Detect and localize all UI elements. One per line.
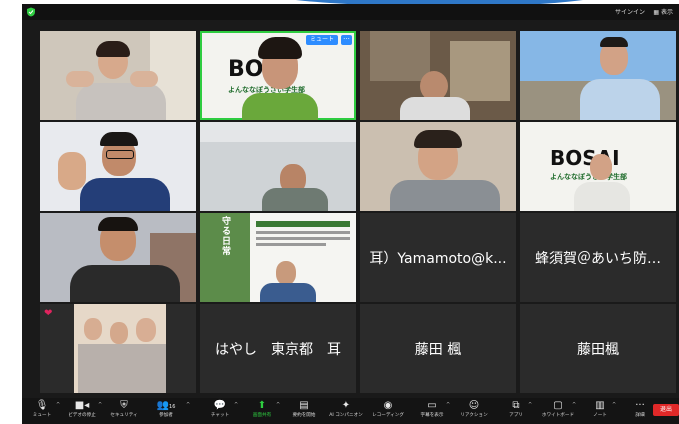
camera-icon: ■◂ bbox=[74, 400, 90, 411]
recording-button[interactable]: ◉ レコーディング bbox=[368, 400, 408, 419]
video-tile-3[interactable] bbox=[360, 31, 516, 120]
video-tile-9[interactable] bbox=[40, 213, 196, 302]
poster-title: 守る日常 bbox=[222, 217, 232, 257]
zoom-meeting-window: サインイン ▦ 表示 BO よんななぼうさい学生部 ミュート ··· BOSAI… bbox=[22, 4, 679, 424]
video-tile-2-active-speaker[interactable]: BO よんななぼうさい学生部 ミュート ··· bbox=[200, 31, 356, 120]
tile-mute-button[interactable]: ミュート bbox=[305, 35, 338, 45]
participant-name: 藤田 楓 bbox=[414, 341, 462, 358]
leave-meeting-button[interactable]: 退出 bbox=[653, 404, 679, 416]
video-options-caret[interactable]: ^ bbox=[98, 402, 102, 408]
video-tile-10-poster[interactable]: 守る日常 bbox=[200, 213, 356, 302]
video-tile-8[interactable]: BOSAI よんななぼうさい学生部 bbox=[520, 122, 676, 211]
video-tile-12[interactable]: 蜂須賀＠あいち防… bbox=[520, 213, 676, 302]
video-tile-7[interactable] bbox=[360, 122, 516, 211]
bosai-logo-text: BO bbox=[228, 57, 264, 82]
view-label: 表示 bbox=[660, 9, 673, 16]
meeting-topbar: サインイン ▦ 表示 bbox=[22, 4, 679, 20]
video-tile-4[interactable] bbox=[520, 31, 676, 120]
heart-reaction-icon: ❤ bbox=[44, 308, 53, 319]
share-options-caret[interactable]: ^ bbox=[276, 402, 280, 408]
video-tile-16[interactable]: 藤田楓 bbox=[520, 304, 676, 393]
shield-icon: ⛨ bbox=[120, 400, 128, 411]
participant-name: はやし 東京都 耳 bbox=[215, 341, 341, 358]
record-icon: ◉ bbox=[383, 400, 393, 411]
video-tile-1[interactable] bbox=[40, 31, 196, 120]
apps-options-caret[interactable]: ^ bbox=[528, 402, 532, 408]
captions-options-caret[interactable]: ^ bbox=[446, 402, 450, 408]
participants-button[interactable]: 👥16 参加者 bbox=[146, 400, 186, 419]
tile-more-button[interactable]: ··· bbox=[341, 35, 352, 45]
security-button[interactable]: ⛨ セキュリティ bbox=[104, 400, 144, 419]
signin-link[interactable]: サインイン bbox=[615, 7, 645, 16]
sparkle-icon: ✦ bbox=[341, 400, 351, 411]
video-tile-14[interactable]: はやし 東京都 耳 bbox=[200, 304, 356, 393]
bosai-logo-subtitle: よんななぼうさい学生部 bbox=[550, 173, 627, 181]
ai-companion-button[interactable]: ✦ AI コンパニオン bbox=[326, 400, 366, 419]
chat-options-caret[interactable]: ^ bbox=[234, 402, 238, 408]
encryption-shield-icon[interactable] bbox=[26, 7, 36, 17]
reactions-button[interactable]: ☺ リアクション bbox=[454, 400, 494, 419]
start-summary-button[interactable]: ▤ 要約を開始 bbox=[284, 400, 324, 419]
participant-video bbox=[84, 318, 102, 340]
participant-video bbox=[590, 154, 612, 180]
video-tile-13[interactable]: ❤ bbox=[40, 304, 196, 393]
participants-icon: 👥16 bbox=[156, 400, 176, 411]
video-tile-11[interactable]: 耳）Yamamoto@k... bbox=[360, 213, 516, 302]
participant-name: 蜂須賀＠あいち防… bbox=[535, 250, 661, 267]
participant-video bbox=[276, 261, 296, 285]
meeting-toolbar: 🎙 ミュート ^ ■◂ ビデオの停止 ^ ⛨ セキュリティ 👥16 参加者 ^ … bbox=[22, 398, 679, 424]
participant-count: 16 bbox=[169, 404, 176, 410]
video-tile-15[interactable]: 藤田 楓 bbox=[360, 304, 516, 393]
participants-options-caret[interactable]: ^ bbox=[186, 402, 190, 408]
stop-video-button[interactable]: ■◂ ビデオの停止 bbox=[62, 400, 102, 419]
participant-name: 耳）Yamamoto@k... bbox=[369, 250, 507, 267]
notes-options-caret[interactable]: ^ bbox=[612, 402, 616, 408]
participant-name: 藤田楓 bbox=[577, 341, 619, 358]
video-tile-6[interactable] bbox=[200, 122, 356, 211]
whiteboard-options-caret[interactable]: ^ bbox=[572, 402, 576, 408]
view-button[interactable]: ▦ 表示 bbox=[653, 7, 673, 16]
summary-icon: ▤ bbox=[299, 400, 309, 411]
video-tile-5[interactable] bbox=[40, 122, 196, 211]
smile-icon: ☺ bbox=[468, 400, 480, 411]
audio-options-caret[interactable]: ^ bbox=[56, 402, 60, 408]
